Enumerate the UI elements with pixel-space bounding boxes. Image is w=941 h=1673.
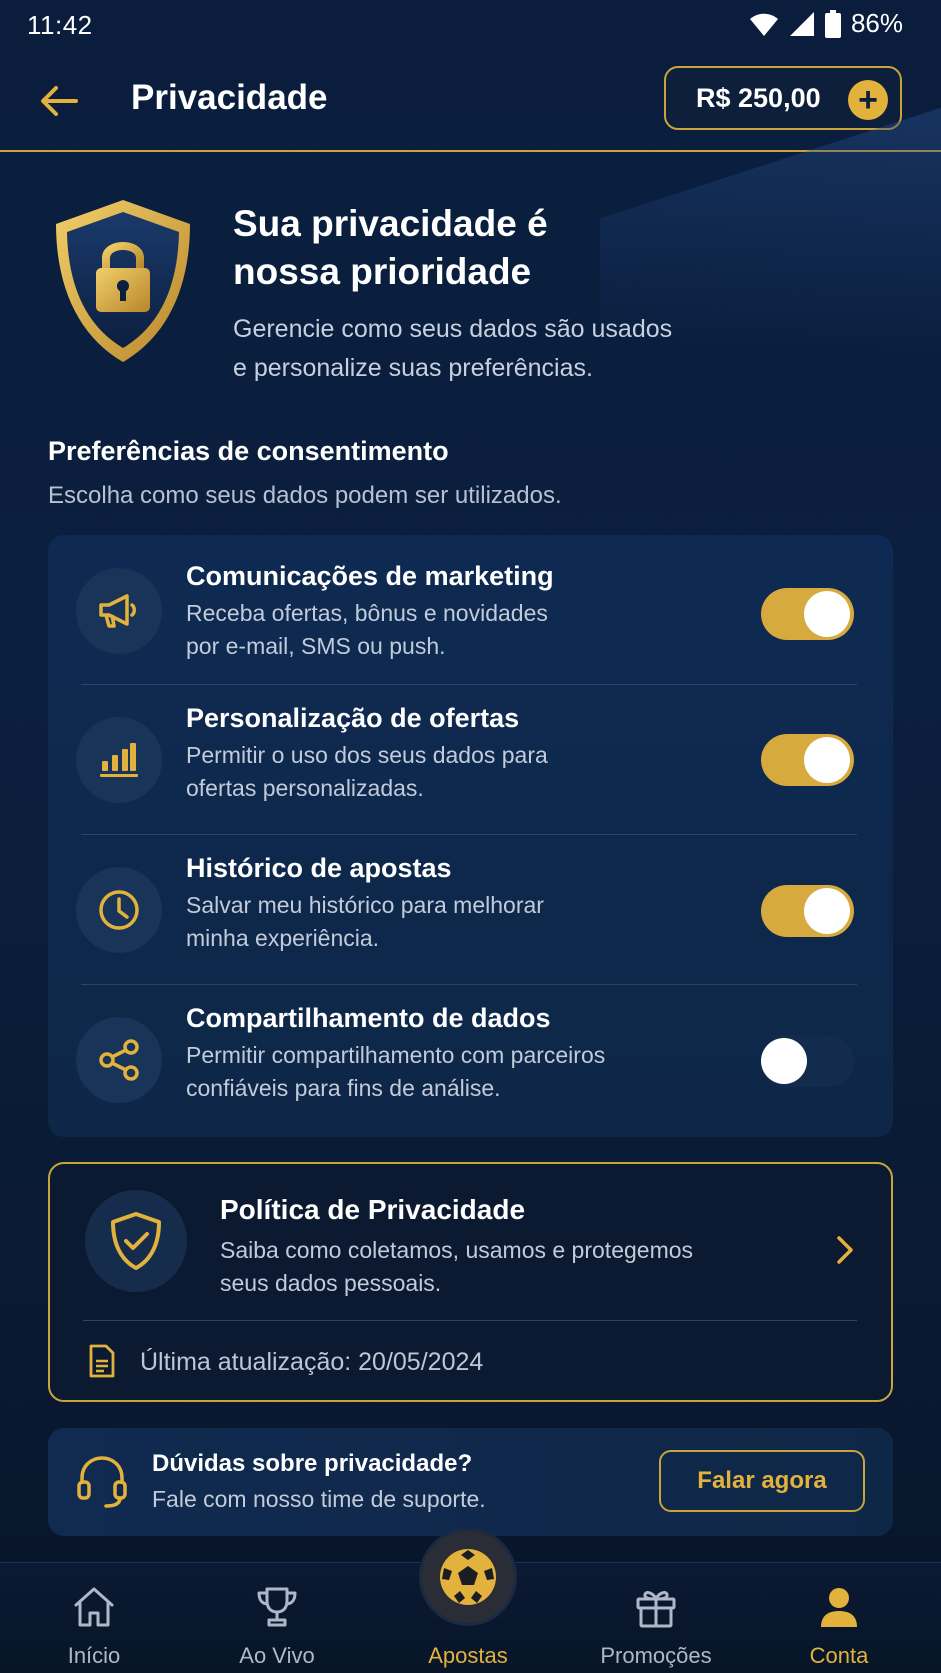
consent-desc-line: por e-mail, SMS ou push. [186,633,446,659]
consent-desc-line: confiáveis para fins de análise. [186,1075,501,1101]
consent-title: Personalização de ofertas [186,703,520,733]
header-divider [0,150,941,152]
consent-desc-line: ofertas personalizadas. [186,775,424,801]
support-subtitle: Fale com nosso time de suporte. [152,1486,486,1512]
hero-title-line2: nossa prioridade [233,251,532,292]
consent-desc-line: Permitir o uso dos seus dados para [186,742,548,768]
toggle-knob [761,1038,807,1084]
consent-title: Histórico de apostas [186,853,452,883]
marketing-toggle[interactable] [761,588,854,640]
consent-desc-line: Receba ofertas, bônus e novidades [186,600,548,626]
consent-description: Permitir o uso dos seus dados para ofert… [186,739,626,805]
battery-level: 86% [850,8,903,38]
status-time: 11:42 [27,10,93,40]
consent-title: Comunicações de marketing [186,561,554,591]
trophy-icon [257,1587,297,1627]
consent-card: Comunicações de marketing Receba ofertas… [48,535,893,1137]
toggle-knob [804,591,850,637]
nav-label: Promoções [600,1643,712,1668]
data-sharing-toggle[interactable] [761,1035,854,1087]
consent-desc-line: minha experiência. [186,925,380,951]
nav-label: Apostas [428,1643,508,1668]
policy-description: Saiba como coletamos, usamos e protegemo… [220,1234,740,1300]
nav-item-ao-vivo[interactable]: Ao Vivo [183,1563,371,1673]
history-toggle[interactable] [761,885,854,937]
consent-title: Compartilhamento de dados [186,1003,551,1033]
consent-row-personalization: Personalização de ofertas Permitir o uso… [48,685,893,835]
soccer-ball-icon[interactable] [422,1531,514,1623]
megaphone-icon [76,568,162,654]
document-icon [89,1344,115,1378]
personalization-toggle[interactable] [761,734,854,786]
wifi-icon [749,13,778,36]
consent-description: Permitir compartilhamento com parceiros … [186,1039,706,1105]
shield-lock-icon [56,200,190,362]
consent-row-sharing: Compartilhamento de dados Permitir compa… [48,985,893,1135]
toggle-knob [804,737,850,783]
back-arrow-icon[interactable] [36,78,82,124]
nav-label: Ao Vivo [239,1643,315,1668]
hero-title: Sua privacidade é nossa prioridade [233,200,548,296]
bar-chart-icon [76,717,162,803]
hero-decoration [600,101,941,479]
support-card: Dúvidas sobre privacidade? Fale com noss… [48,1428,893,1536]
consent-row-history: Histórico de apostas Salvar meu históric… [48,835,893,985]
nav-item-inicio[interactable]: Início [0,1563,188,1673]
hero-title-line1: Sua privacidade é [233,203,548,244]
consent-description: Receba ofertas, bônus e novidades por e-… [186,597,626,663]
divider [83,1320,857,1321]
talk-now-button[interactable]: Falar agora [659,1450,865,1512]
hero-subtitle: Gerencie como seus dados são usados e pe… [233,310,672,388]
toggle-knob [804,888,850,934]
headset-icon [77,1456,127,1508]
consent-row-marketing: Comunicações de marketing Receba ofertas… [48,535,893,685]
gift-icon [636,1591,676,1628]
balance-button[interactable]: R$ 250,00 + [664,66,902,130]
policy-desc-line: Saiba como coletamos, usamos e protegemo… [220,1237,694,1263]
add-funds-icon[interactable]: + [848,80,888,120]
user-icon [821,1588,857,1627]
page-title: Privacidade [131,78,328,117]
nav-label: Início [67,1643,121,1668]
policy-last-updated: Última atualização: 20/05/2024 [140,1348,484,1376]
battery-icon [824,9,841,38]
balance-amount: R$ 250,00 [696,82,821,113]
nav-label: Conta [809,1643,869,1668]
nav-item-promocoes[interactable]: Promoções [562,1563,750,1673]
consent-description: Salvar meu histórico para melhorar minha… [186,889,626,955]
hero-subtitle-line2: e personalize suas preferências. [233,354,593,382]
consent-section-subtitle: Escolha como seus dados podem ser utiliz… [48,482,562,509]
policy-title: Política de Privacidade [220,1194,526,1225]
consent-section-title: Preferências de consentimento [48,436,449,466]
share-icon [76,1017,162,1103]
consent-desc-line: Salvar meu histórico para melhorar [186,892,544,918]
status-icons: 86% [749,8,903,39]
nav-item-conta[interactable]: Conta [745,1563,933,1673]
hero-subtitle-line1: Gerencie como seus dados são usados [233,315,673,343]
policy-desc-line: seus dados pessoais. [220,1270,442,1296]
chevron-right-icon[interactable] [833,1232,857,1268]
privacy-policy-card[interactable]: Política de Privacidade Saiba como colet… [48,1162,893,1402]
home-icon [74,1587,114,1627]
support-title: Dúvidas sobre privacidade? [152,1450,473,1477]
signal-icon [789,11,814,36]
consent-desc-line: Permitir compartilhamento com parceiros [186,1042,606,1068]
clock-icon [76,867,162,953]
shield-check-icon [85,1190,187,1292]
